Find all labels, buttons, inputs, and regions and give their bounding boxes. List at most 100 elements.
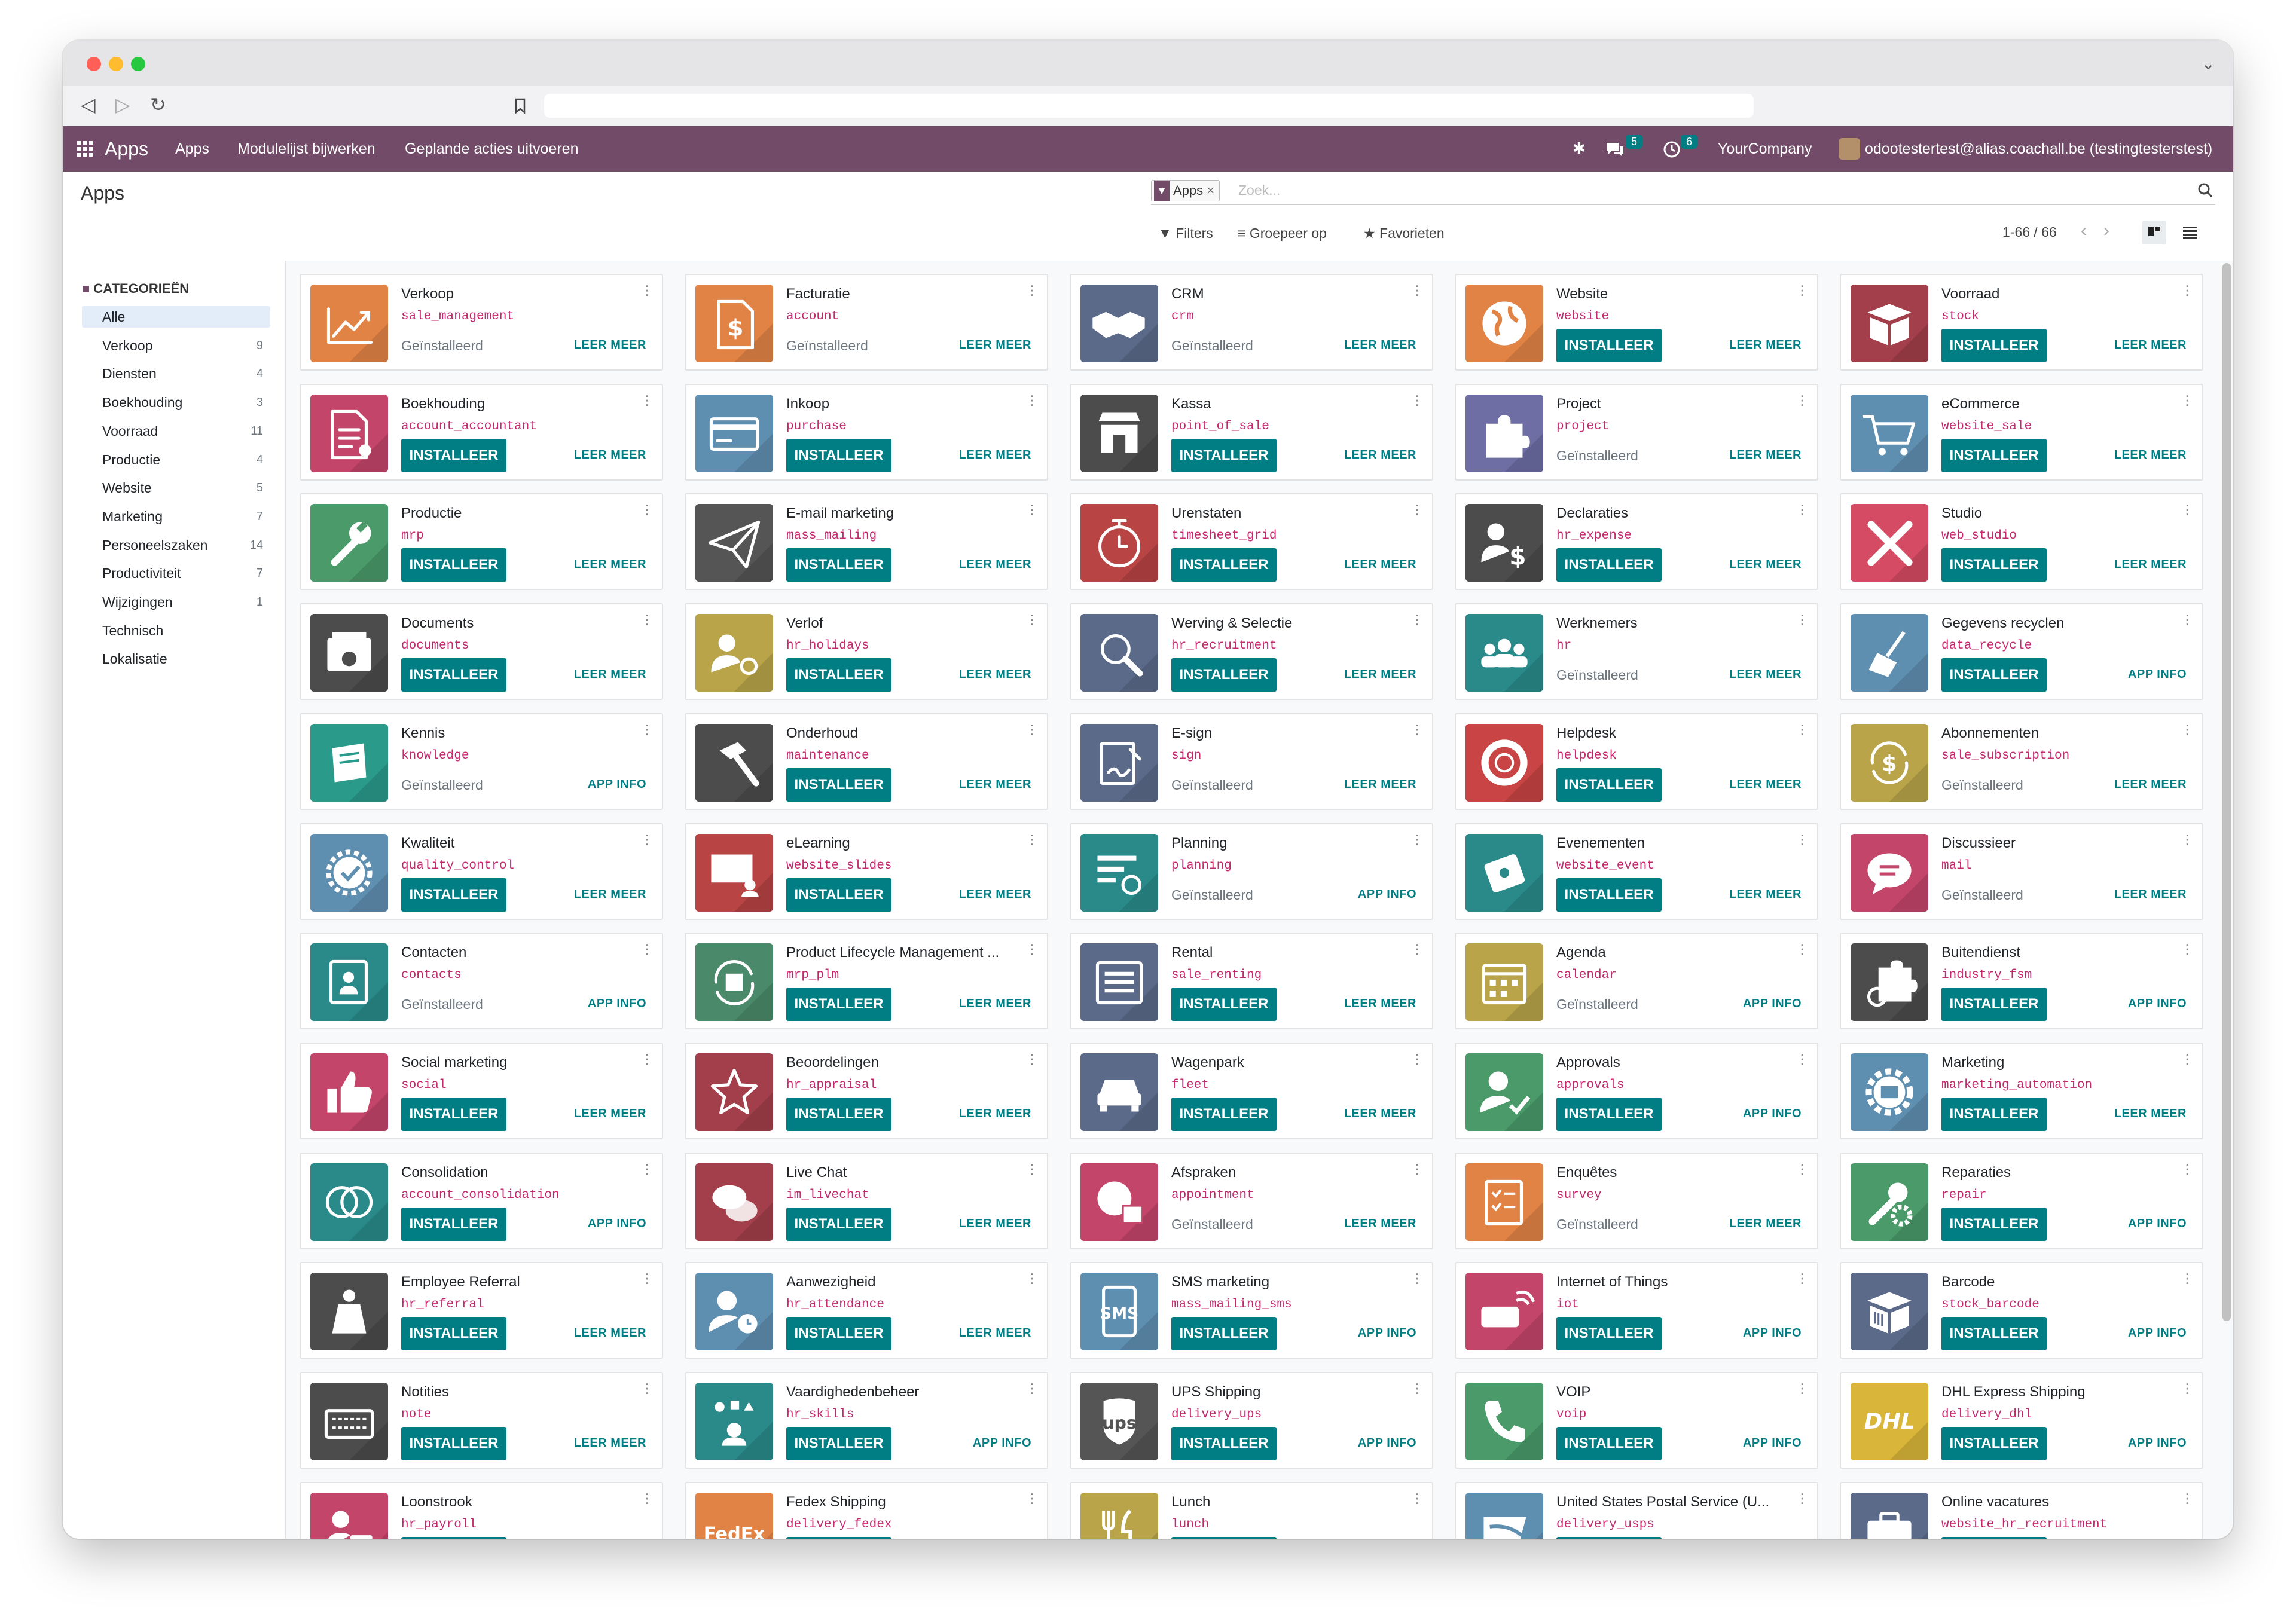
kebab-menu-icon[interactable]: ⋮ bbox=[1025, 1052, 1039, 1067]
url-field[interactable] bbox=[544, 94, 1754, 118]
install-button[interactable]: INSTALLEER bbox=[1171, 1097, 1277, 1131]
app-info-link[interactable]: LEER MEER bbox=[1729, 668, 1802, 681]
app-info-link[interactable]: LEER MEER bbox=[1344, 778, 1416, 791]
install-button[interactable]: INSTALLEER bbox=[786, 658, 891, 692]
app-info-link[interactable]: APP INFO bbox=[1743, 1326, 1802, 1340]
avatar[interactable] bbox=[1839, 138, 1860, 160]
kebab-menu-icon[interactable]: ⋮ bbox=[2181, 833, 2194, 848]
install-button[interactable]: INSTALLEER bbox=[786, 878, 891, 912]
app-info-link[interactable]: LEER MEER bbox=[1729, 888, 1802, 901]
app-card-urenstaten[interactable]: Urenstaten timesheet_grid INSTALLEER LEER M… bbox=[1070, 493, 1433, 591]
kebab-menu-icon[interactable]: ⋮ bbox=[1025, 1271, 1039, 1286]
kebab-menu-icon[interactable]: ⋮ bbox=[1025, 283, 1039, 298]
install-button[interactable]: INSTALLEER bbox=[1171, 658, 1277, 692]
app-info-link[interactable]: LEER MEER bbox=[1729, 1217, 1802, 1231]
app-card-notities[interactable]: Notities note INSTALLEER LEER MEER ⋮ bbox=[300, 1372, 663, 1469]
app-info-link[interactable]: APP INFO bbox=[588, 778, 646, 791]
install-button[interactable]: INSTALLEER bbox=[786, 1317, 891, 1351]
app-info-link[interactable]: APP INFO bbox=[1358, 888, 1416, 901]
kebab-menu-icon[interactable]: ⋮ bbox=[2181, 942, 2194, 957]
group-by-button[interactable]: ≡ Groepeer op bbox=[1238, 225, 1327, 242]
app-card-documents[interactable]: Documents documents INSTALLEER LEER MEER ⋮ bbox=[300, 603, 663, 701]
kebab-menu-icon[interactable]: ⋮ bbox=[1796, 1271, 1809, 1286]
install-button[interactable]: INSTALLEER bbox=[1941, 1427, 2047, 1460]
app-card-gegevens-recyclen[interactable]: Gegevens recyclen data_recycle INSTALLEER A… bbox=[1840, 603, 2203, 701]
kebab-menu-icon[interactable]: ⋮ bbox=[640, 942, 654, 957]
install-button[interactable]: INSTALLEER bbox=[1556, 878, 1662, 912]
install-button[interactable]: INSTALLEER bbox=[786, 548, 891, 582]
app-info-link[interactable]: APP INFO bbox=[973, 1436, 1031, 1450]
app-info-link[interactable]: LEER MEER bbox=[959, 448, 1031, 462]
app-card-sms-marketing[interactable]: SMS SMS marketing mass_mailing_sms INSTALLE… bbox=[1070, 1262, 1433, 1359]
app-card-buitendienst[interactable]: Buitendienst industry_fsm INSTALLEER APP IN… bbox=[1840, 933, 2203, 1030]
minimize-window-button[interactable] bbox=[109, 57, 123, 71]
app-info-link[interactable]: APP INFO bbox=[1743, 997, 1802, 1011]
app-card-product-lifecycle-management-[interactable]: Product Lifecycle Management ... mrp_plm I… bbox=[685, 933, 1048, 1030]
install-button[interactable]: INSTALLEER bbox=[1556, 768, 1662, 802]
app-card-dhl-express-shipping[interactable]: DHL DHL Express Shipping delivery_dhl INSTA… bbox=[1840, 1372, 2203, 1469]
install-button[interactable]: INSTALLEER bbox=[786, 438, 891, 472]
app-info-link[interactable]: LEER MEER bbox=[959, 558, 1031, 571]
kebab-menu-icon[interactable]: ⋮ bbox=[2181, 613, 2194, 628]
app-card-planning[interactable]: Planning planning Geïnstalleerd APP INFO ⋮ bbox=[1070, 823, 1433, 920]
app-card-live-chat[interactable]: Live Chat im_livechat INSTALLEER LEER MEER ⋮ bbox=[685, 1152, 1048, 1249]
app-card-werknemers[interactable]: Werknemers hr Geïnstalleerd LEER MEER ⋮ bbox=[1455, 603, 1818, 701]
app-card-verlof[interactable]: Verlof hr_holidays INSTALLEER LEER MEER ⋮ bbox=[685, 603, 1048, 701]
app-info-link[interactable]: LEER MEER bbox=[959, 1217, 1031, 1231]
kebab-menu-icon[interactable]: ⋮ bbox=[2181, 393, 2194, 408]
search-input[interactable]: Zoek... bbox=[1238, 182, 1280, 198]
app-card-e-mail-marketing[interactable]: E-mail marketing mass_mailing INSTALLEER LE… bbox=[685, 493, 1048, 591]
kebab-menu-icon[interactable]: ⋮ bbox=[1410, 833, 1424, 848]
kebab-menu-icon[interactable]: ⋮ bbox=[640, 1162, 654, 1177]
app-card-abonnementen[interactable]: $ Abonnementen sale_subscription Geïnstalle… bbox=[1840, 713, 2203, 810]
kebab-menu-icon[interactable]: ⋮ bbox=[1410, 393, 1424, 408]
app-card-ups-shipping[interactable]: ups UPS Shipping delivery_ups INSTALLEER APP… bbox=[1070, 1372, 1433, 1469]
install-button[interactable]: INSTALLEER bbox=[401, 548, 506, 582]
navbar-app-title[interactable]: Apps bbox=[105, 126, 148, 172]
sidebar-item-boekhouding[interactable]: Boekhouding 3 bbox=[82, 392, 270, 413]
app-info-link[interactable]: LEER MEER bbox=[1729, 778, 1802, 791]
app-info-link[interactable]: LEER MEER bbox=[1344, 1107, 1416, 1121]
app-info-link[interactable]: LEER MEER bbox=[574, 1436, 646, 1450]
install-button[interactable]: INSTALLEER bbox=[1941, 1207, 2047, 1241]
zoom-window-button[interactable] bbox=[131, 57, 145, 71]
app-card-ecommerce[interactable]: eCommerce website_sale INSTALLEER LEER MEER… bbox=[1840, 383, 2203, 481]
app-card-contacten[interactable]: Contacten contacts Geïnstalleerd APP INFO ⋮ bbox=[300, 933, 663, 1030]
install-button[interactable]: INSTALLEER bbox=[786, 988, 891, 1022]
install-button[interactable]: INSTALLEER bbox=[401, 878, 506, 912]
list-view-icon[interactable] bbox=[2183, 227, 2197, 240]
kebab-menu-icon[interactable]: ⋮ bbox=[1410, 723, 1424, 738]
install-button[interactable]: INSTALLEER bbox=[1171, 1536, 1277, 1539]
kebab-menu-icon[interactable]: ⋮ bbox=[640, 283, 654, 298]
kebab-menu-icon[interactable]: ⋮ bbox=[1410, 1271, 1424, 1286]
app-card-beoordelingen[interactable]: Beoordelingen hr_appraisal INSTALLEER LEER … bbox=[685, 1042, 1048, 1139]
kebab-menu-icon[interactable]: ⋮ bbox=[1025, 503, 1039, 518]
app-card-productie[interactable]: Productie mrp INSTALLEER LEER MEER ⋮ bbox=[300, 493, 663, 591]
app-info-link[interactable]: LEER MEER bbox=[574, 668, 646, 681]
kebab-menu-icon[interactable]: ⋮ bbox=[1410, 942, 1424, 957]
sidebar-item-website[interactable]: Website 5 bbox=[82, 477, 270, 499]
menu-scheduled-actions[interactable]: Geplande acties uitvoeren bbox=[405, 126, 578, 172]
install-button[interactable]: INSTALLEER bbox=[401, 1427, 506, 1460]
search-facet[interactable]: ▼ Apps × bbox=[1151, 180, 1220, 201]
kebab-menu-icon[interactable]: ⋮ bbox=[1796, 1491, 1809, 1506]
sidebar-item-lokalisatie[interactable]: Lokalisatie bbox=[82, 648, 270, 670]
app-info-link[interactable]: LEER MEER bbox=[574, 1107, 646, 1121]
app-card-agenda[interactable]: Agenda calendar Geïnstalleerd APP INFO ⋮ bbox=[1455, 933, 1818, 1030]
kebab-menu-icon[interactable]: ⋮ bbox=[1025, 1491, 1039, 1506]
kebab-menu-icon[interactable]: ⋮ bbox=[1025, 393, 1039, 408]
sidebar-item-productiviteit[interactable]: Productiviteit 7 bbox=[82, 563, 270, 584]
install-button[interactable]: INSTALLEER bbox=[1941, 548, 2047, 582]
app-info-link[interactable]: LEER MEER bbox=[2114, 888, 2187, 901]
app-card-voip[interactable]: VOIP voip INSTALLEER APP INFO ⋮ bbox=[1455, 1372, 1818, 1469]
app-info-link[interactable]: LEER MEER bbox=[574, 888, 646, 901]
app-card-reparaties[interactable]: Reparaties repair INSTALLEER APP INFO ⋮ bbox=[1840, 1152, 2203, 1249]
app-info-link[interactable]: APP INFO bbox=[2128, 1326, 2187, 1340]
app-card-kassa[interactable]: Kassa point_of_sale INSTALLEER LEER MEER ⋮ bbox=[1070, 383, 1433, 481]
kebab-menu-icon[interactable]: ⋮ bbox=[640, 723, 654, 738]
scrollbar[interactable] bbox=[2222, 263, 2231, 1321]
kebab-menu-icon[interactable]: ⋮ bbox=[1796, 613, 1809, 628]
app-info-link[interactable]: LEER MEER bbox=[1729, 338, 1802, 352]
install-button[interactable]: INSTALLEER bbox=[1941, 988, 2047, 1022]
kebab-menu-icon[interactable]: ⋮ bbox=[1410, 613, 1424, 628]
